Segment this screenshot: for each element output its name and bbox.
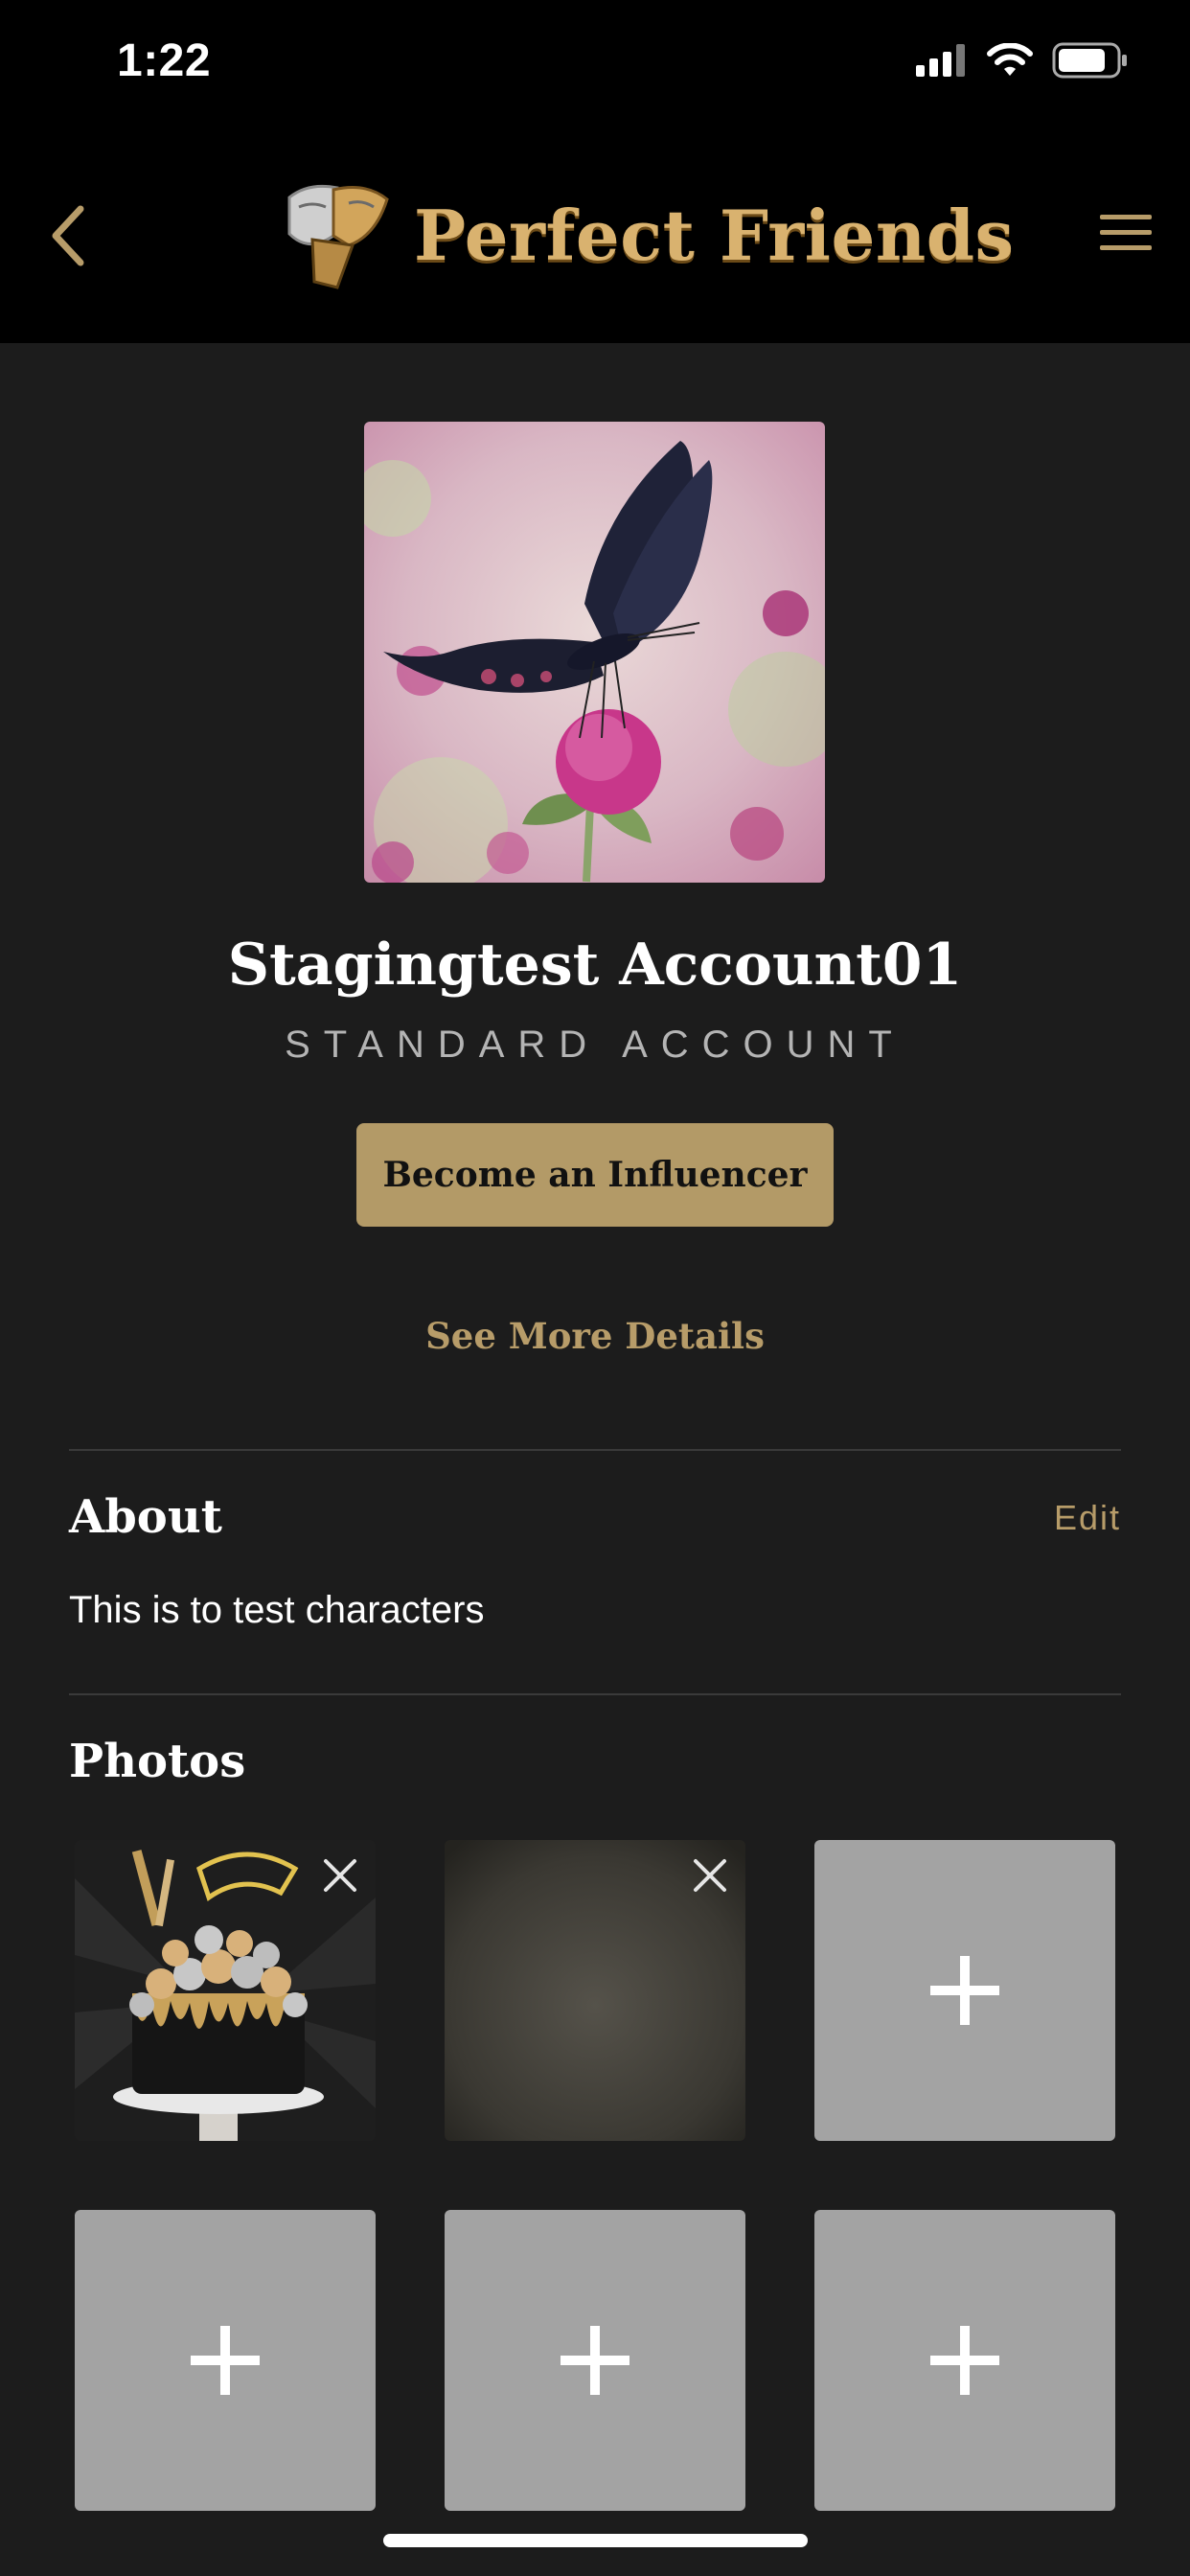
add-photo-button[interactable] bbox=[814, 1840, 1115, 2141]
about-text: This is to test characters bbox=[69, 1589, 485, 1631]
back-chevron-icon bbox=[52, 205, 84, 266]
see-more-details-link[interactable]: See More Details bbox=[0, 1315, 1190, 1357]
about-heading: About bbox=[69, 1490, 222, 1544]
status-time: 1:22 bbox=[117, 35, 212, 86]
profile-photo[interactable] bbox=[364, 422, 825, 883]
remove-photo-button[interactable] bbox=[318, 1853, 362, 1898]
plus-icon bbox=[930, 1956, 999, 2025]
battery-icon bbox=[1052, 42, 1127, 79]
add-photo-button[interactable] bbox=[445, 2210, 745, 2511]
account-type-label: STANDARD ACCOUNT bbox=[285, 1024, 905, 1066]
remove-photo-button[interactable] bbox=[688, 1853, 732, 1898]
signal-icon bbox=[916, 44, 965, 77]
add-photo-button[interactable] bbox=[814, 2210, 1115, 2511]
photo-slot-1[interactable] bbox=[75, 1840, 376, 2141]
status-icons bbox=[916, 42, 1129, 79]
divider bbox=[69, 1449, 1121, 1451]
brand-logo: Perfect Friends bbox=[270, 178, 1015, 291]
back-button[interactable] bbox=[38, 197, 96, 274]
photo-slot-2[interactable] bbox=[445, 1840, 745, 2141]
butterfly-photo bbox=[364, 422, 825, 883]
wifi-icon bbox=[987, 43, 1033, 76]
edit-about-link[interactable]: Edit bbox=[1054, 1498, 1121, 1538]
become-influencer-button[interactable]: Become an Influencer bbox=[356, 1123, 834, 1227]
close-icon bbox=[694, 1859, 726, 1892]
profile-name: Stagingtest Account01 bbox=[227, 932, 963, 999]
plus-icon bbox=[561, 2326, 629, 2395]
logo-icon bbox=[287, 184, 389, 289]
plus-icon bbox=[930, 2326, 999, 2395]
close-icon bbox=[324, 1859, 356, 1892]
app-name: Perfect Friends bbox=[414, 194, 1015, 276]
menu-button[interactable] bbox=[1090, 207, 1156, 259]
add-photo-button[interactable] bbox=[75, 2210, 376, 2511]
photos-heading: Photos bbox=[69, 1735, 246, 1788]
divider bbox=[69, 1693, 1121, 1695]
app-header: 1:22 Perfect Friends bbox=[0, 0, 1190, 343]
menu-icon bbox=[1100, 215, 1152, 250]
plus-icon bbox=[191, 2326, 260, 2395]
home-indicator[interactable] bbox=[383, 2534, 808, 2547]
